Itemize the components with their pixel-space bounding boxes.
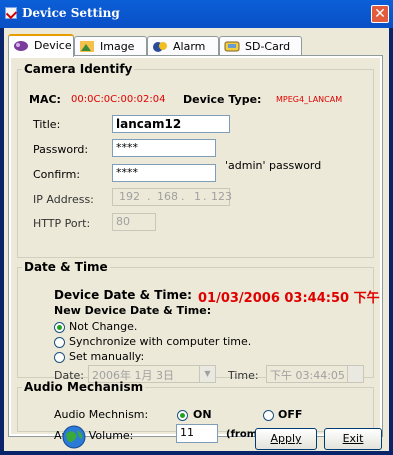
audio-mechnism-label: Audio Mechnism: xyxy=(54,408,149,421)
audio-volume-input[interactable]: 11 xyxy=(176,424,218,443)
confirm-label: Confirm: xyxy=(33,168,81,181)
ip-address-label: IP Address: xyxy=(33,193,94,206)
title-bar[interactable]: Device Setting ✕ xyxy=(0,0,393,28)
ip-dot: . xyxy=(181,190,185,203)
ip-octet-3: 1 xyxy=(194,190,201,203)
title-label: Title: xyxy=(33,118,61,131)
device-datetime-value: 01/03/2006 03:44:50 下午 xyxy=(198,291,380,306)
sd-card-icon xyxy=(224,41,240,52)
window-title: Device Setting xyxy=(22,6,120,20)
exit-button[interactable]: Exit xyxy=(324,428,382,450)
tab-sd-card[interactable]: SD-Card xyxy=(219,36,302,56)
password-input[interactable]: **** xyxy=(112,139,216,157)
radio-set-manually-label: Set manually: xyxy=(69,350,145,363)
ip-address-input[interactable]: 192 . 168 . 1 . 123 xyxy=(112,188,232,206)
radio-audio-off[interactable] xyxy=(263,410,274,421)
tab-panel: Camera Identify MAC: 00:0C:0C:00:02:04 D… xyxy=(8,55,383,443)
camera-icon xyxy=(14,41,28,51)
dialog-body: Device Image Alarm SD-Card Camera Identi… xyxy=(4,28,389,451)
mac-value: 00:0C:0C:00:02:04 xyxy=(71,94,166,105)
radio-audio-on[interactable] xyxy=(177,410,188,421)
mac-label: MAC: xyxy=(29,93,61,106)
confirm-input[interactable]: **** xyxy=(112,164,216,182)
tab-device-label: Device xyxy=(34,39,72,52)
password-hint: 'admin' password xyxy=(225,159,322,172)
tab-sd-card-label: SD-Card xyxy=(245,40,291,53)
date-time-group: Date & Time Device Date & Time: 01/03/20… xyxy=(17,260,380,383)
ip-octet-1: 192 xyxy=(119,190,140,203)
checkbox-app-icon xyxy=(5,7,17,19)
exit-button-label: Exit xyxy=(342,432,364,445)
http-port-label: HTTP Port: xyxy=(33,217,91,230)
ip-dot: . xyxy=(147,190,151,203)
audio-mechanism-legend: Audio Mechanism xyxy=(24,380,144,394)
date-time-legend: Date & Time xyxy=(24,260,108,274)
alarm-icon xyxy=(153,42,167,52)
tab-image[interactable]: Image xyxy=(74,36,147,56)
device-pane: Camera Identify MAC: 00:0C:0C:00:02:04 D… xyxy=(11,58,380,443)
radio-not-change-label: Not Change. xyxy=(69,320,138,333)
radio-not-change[interactable] xyxy=(54,322,65,333)
ip-octet-4: 123 xyxy=(211,190,232,203)
tab-image-label: Image xyxy=(100,40,135,53)
device-datetime-label: Device Date & Time: xyxy=(54,288,192,302)
tab-device[interactable]: Device xyxy=(8,34,74,57)
apply-button[interactable]: Apply xyxy=(255,428,317,450)
globe-icon[interactable] xyxy=(61,425,87,449)
ip-octet-2: 168 xyxy=(157,190,178,203)
device-type-value: MPEG4_LANCAM xyxy=(276,95,343,104)
radio-audio-on-label: ON xyxy=(193,408,212,421)
image-icon xyxy=(80,41,94,52)
radio-sync-computer-label: Synchronize with computer time. xyxy=(69,335,252,348)
tab-alarm-label: Alarm xyxy=(173,40,206,53)
new-datetime-label: New Device Date & Time: xyxy=(54,304,212,317)
camera-identify-legend: Camera Identify xyxy=(24,62,133,76)
device-type-label: Device Type: xyxy=(183,93,262,106)
close-button[interactable]: ✕ xyxy=(371,5,389,23)
radio-sync-computer[interactable] xyxy=(54,337,65,348)
radio-set-manually[interactable] xyxy=(54,352,65,363)
ip-dot: . xyxy=(203,190,207,203)
apply-button-label: Apply xyxy=(270,432,302,445)
camera-identify-group: Camera Identify MAC: 00:0C:0C:00:02:04 D… xyxy=(17,62,374,258)
password-label: Password: xyxy=(33,143,89,156)
title-input[interactable]: lancam12 xyxy=(112,115,230,133)
tab-alarm[interactable]: Alarm xyxy=(147,36,219,56)
http-port-input[interactable]: 80 xyxy=(112,213,156,231)
radio-audio-off-label: OFF xyxy=(278,408,303,421)
device-setting-window: Device Setting ✕ Device Image Alarm SD-C… xyxy=(0,0,393,455)
